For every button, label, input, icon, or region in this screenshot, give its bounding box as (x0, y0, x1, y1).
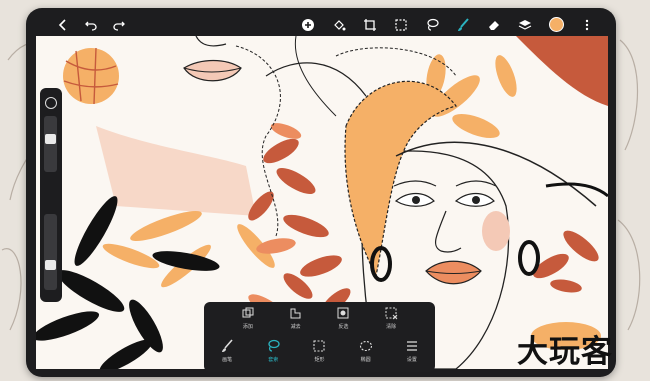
brush-select-button[interactable]: 画笔 (207, 339, 247, 363)
opacity-slider[interactable] (44, 214, 57, 290)
add-selection-label: 添加 (242, 324, 253, 330)
eraser-icon[interactable] (485, 16, 503, 34)
brush-select-label: 画笔 (222, 357, 233, 363)
ellipse-select-icon (359, 340, 372, 352)
back-icon[interactable] (54, 16, 72, 34)
settings-icon (406, 341, 417, 351)
color-swatch[interactable] (547, 16, 565, 34)
brush-size-knob[interactable] (45, 134, 56, 144)
more-icon[interactable] (578, 16, 596, 34)
selection-panel: 添加 减去 反选 清除 画笔 套索 矩形 椭圆 设置 (204, 302, 435, 372)
subtract-selection-label: 减去 (290, 324, 301, 330)
rect-select-icon (313, 340, 326, 352)
brush-size-slider[interactable] (44, 116, 57, 172)
add-selection-icon (242, 307, 254, 318)
invert-selection-label: 反选 (338, 324, 349, 330)
rect-select-button[interactable]: 矩形 (299, 339, 339, 363)
fill-icon[interactable] (330, 16, 348, 34)
lasso-select-icon (268, 339, 280, 352)
ellipse-select-button[interactable]: 椭圆 (346, 339, 386, 363)
rect-select-label: 矩形 (314, 357, 325, 363)
selection-icon[interactable] (392, 16, 410, 34)
clear-selection-label: 清除 (386, 324, 397, 330)
clear-selection-button[interactable]: 清除 (371, 306, 411, 330)
lasso-select-label: 套索 (268, 357, 279, 363)
layers-icon[interactable] (516, 16, 534, 34)
invert-selection-icon (337, 307, 349, 319)
undo-icon[interactable] (82, 16, 100, 34)
subtract-selection-icon (290, 308, 301, 319)
lasso-icon[interactable] (423, 16, 441, 34)
ellipse-select-label: 椭圆 (360, 357, 371, 363)
crop-icon[interactable] (361, 16, 379, 34)
modify-button[interactable] (45, 97, 57, 109)
lasso-select-button[interactable]: 套索 (253, 339, 293, 363)
settings-label: 设置 (406, 357, 417, 363)
selection-modes-row: 画笔 套索 矩形 椭圆 设置 (204, 339, 435, 363)
top-toolbar (36, 13, 608, 36)
brush-icon[interactable] (454, 16, 472, 34)
add-icon[interactable] (299, 16, 317, 34)
add-selection-button[interactable]: 添加 (228, 306, 268, 330)
redo-icon[interactable] (110, 16, 128, 34)
selection-actions-row: 添加 减去 反选 清除 (204, 306, 435, 330)
subtract-selection-button[interactable]: 减去 (276, 306, 316, 330)
watermark: 大玩客 (517, 334, 613, 370)
brush-select-icon (222, 339, 233, 352)
left-sidebar (40, 88, 62, 302)
clear-selection-icon (385, 307, 398, 320)
current-color-dot (548, 17, 564, 32)
settings-button[interactable]: 设置 (392, 339, 432, 363)
invert-selection-button[interactable]: 反选 (323, 306, 363, 330)
opacity-knob[interactable] (45, 260, 56, 270)
